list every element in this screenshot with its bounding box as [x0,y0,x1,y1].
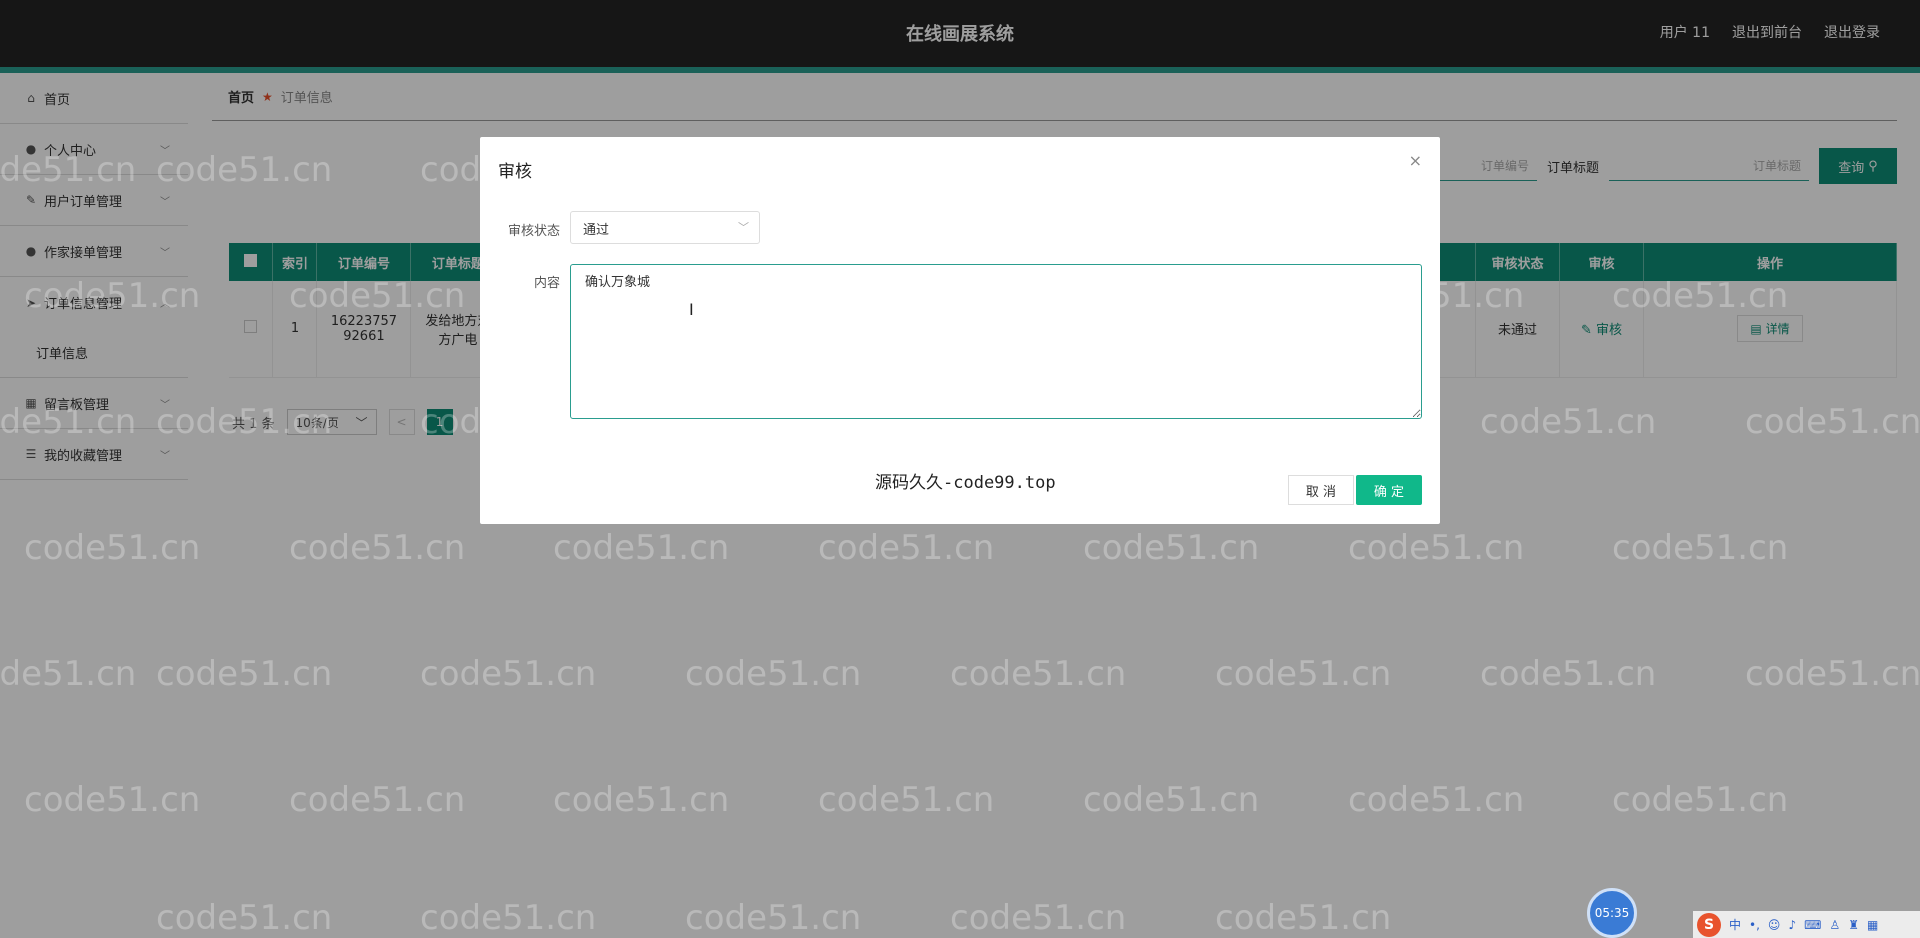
emoji-icon[interactable]: ☺ [1768,918,1781,932]
shirt-icon[interactable]: ♜ [1848,918,1859,932]
confirm-button[interactable]: 确 定 [1356,475,1422,505]
person-icon[interactable]: ♙ [1829,918,1840,932]
text-cursor-icon: I [689,300,694,319]
cancel-button[interactable]: 取 消 [1288,475,1354,505]
status-select-value: 通过 [583,223,610,238]
grid-icon[interactable]: ▦ [1867,918,1878,932]
ime-mode[interactable]: 中 [1729,916,1741,933]
punctuation-icon[interactable]: •, [1749,918,1760,932]
floating-clock[interactable]: 05:35 [1587,888,1637,938]
source-watermark-text: 源码久久-code99.top [875,473,1056,493]
close-icon[interactable]: × [1409,151,1422,170]
keyboard-icon[interactable]: ⌨ [1804,918,1821,932]
status-select[interactable]: 通过 ﹀ [570,211,760,244]
dialog-title: 审核 [498,162,532,182]
chevron-down-icon: ﹀ [738,221,749,234]
status-label: 审核状态 [507,224,560,239]
microphone-icon[interactable]: ♪ [1788,918,1796,932]
review-dialog: 审核 × 审核状态 通过 ﹀ 内容 确认万象城 源码久久-code99.top … [480,137,1440,524]
content-textarea[interactable]: 确认万象城 [570,264,1422,419]
ime-toolbar[interactable]: S 中 •, ☺ ♪ ⌨ ♙ ♜ ▦ [1693,911,1920,938]
content-label: 内容 [533,276,560,291]
ime-logo-icon: S [1697,912,1721,937]
